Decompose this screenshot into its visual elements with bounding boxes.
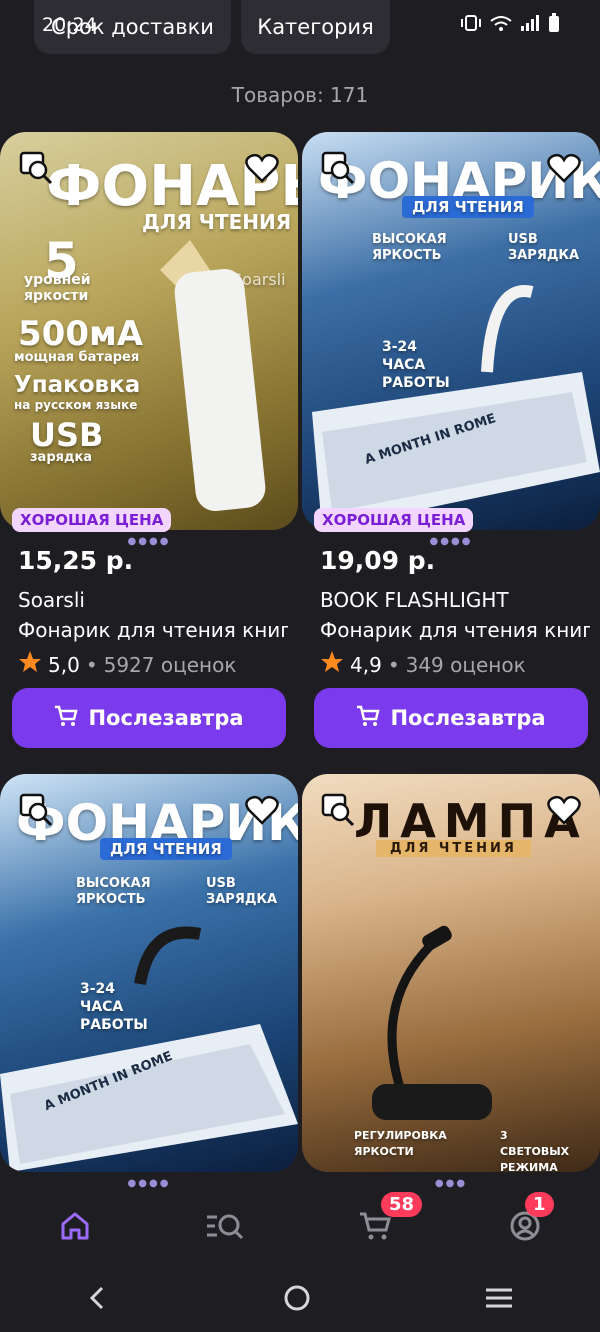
product-rating: 4,9 • 349 оценок: [320, 650, 526, 679]
image-text: USB ЗАРЯДКА: [508, 232, 580, 263]
good-price-badge: ХОРОШАЯ ЦЕНА: [12, 508, 172, 532]
home-icon: [59, 1210, 91, 1246]
image-text: уровней яркости: [24, 272, 91, 304]
product-image[interactable]: ФОНАРЬ ДЛЯ ЧТЕНИЯ 5 уровней яркости 500м…: [0, 132, 298, 530]
image-text: на русском языке: [14, 398, 138, 412]
product-price: 15,25 р.: [18, 546, 134, 575]
product-brand[interactable]: BOOK FLASHLIGHT: [320, 588, 509, 612]
image-text: USB ЗАРЯДКА: [206, 876, 278, 907]
image-text: 3 СВЕТОВЫХ РЕЖИМА: [500, 1129, 570, 1172]
zoom-icon[interactable]: [18, 792, 54, 828]
tab-home[interactable]: [45, 1198, 105, 1258]
image-text: РЕГУЛИРОВКА ЯРКОСТИ: [354, 1129, 447, 1158]
image-text: Упаковка: [14, 372, 141, 398]
tab-cart[interactable]: 58: [345, 1192, 423, 1258]
rating-value: 5,0: [48, 652, 80, 677]
good-price-badge: ХОРОШАЯ ЦЕНА: [314, 508, 474, 532]
heart-icon[interactable]: [244, 150, 280, 186]
product-image[interactable]: ФОНАРИК ДЛЯ ЧТЕНИЯ ВЫСОКАЯ ЯРКОСТЬ USB З…: [0, 774, 298, 1172]
add-to-cart-button[interactable]: Послезавтра: [12, 688, 286, 748]
image-text: USB: [30, 416, 104, 454]
product-count: Товаров: 171: [231, 83, 369, 107]
review-count: 5927 оценок: [103, 652, 237, 677]
status-time: 20:24: [42, 14, 97, 36]
cart-icon: [54, 705, 79, 732]
zoom-icon[interactable]: [18, 150, 54, 186]
flashlight-illustration: [160, 240, 266, 512]
product-title[interactable]: Фонарик для чтения книг: [18, 618, 288, 642]
review-count: 349 оценок: [405, 652, 526, 677]
product-rating: 5,0 • 5927 оценок: [18, 650, 236, 679]
add-to-cart-label: Послезавтра: [390, 706, 546, 730]
image-text: ВЫСОКАЯ ЯРКОСТЬ: [372, 232, 447, 263]
image-text: мощная батарея: [14, 350, 140, 365]
add-to-cart-button[interactable]: Послезавтра: [314, 688, 588, 748]
system-navigation-bar: [0, 1268, 600, 1332]
status-icons: [460, 13, 560, 37]
lamp-illustration: [372, 925, 492, 1120]
book-illustration: [0, 926, 298, 1172]
product-title[interactable]: Фонарик для чтения книг: [320, 618, 590, 642]
rating-separator: •: [387, 652, 400, 677]
zoom-icon[interactable]: [320, 792, 356, 828]
product-image[interactable]: ФОНАРИК ДЛЯ ЧТЕНИЯ ВЫСОКАЯ ЯРКОСТЬ USB З…: [302, 132, 600, 530]
signal-icon: [520, 15, 540, 35]
cart-count-badge: 58: [381, 1192, 423, 1217]
image-text: зарядка: [30, 450, 93, 465]
image-text: ВЫСОКАЯ ЯРКОСТЬ: [76, 876, 151, 907]
category-filter-chip[interactable]: Категория: [241, 0, 390, 54]
product-brand[interactable]: Soarsli: [18, 588, 85, 612]
heart-icon[interactable]: [244, 792, 280, 828]
image-subtitle: ДЛЯ ЧТЕНИЯ: [402, 196, 534, 218]
star-icon: [320, 650, 344, 679]
book-illustration: [312, 285, 600, 530]
vibrate-icon: [460, 15, 482, 35]
tab-profile[interactable]: 1: [495, 1192, 555, 1258]
profile-notification-badge: 1: [525, 1192, 554, 1217]
image-text: 500мА: [18, 314, 144, 354]
product-price: 19,09 р.: [320, 546, 436, 575]
rating-separator: •: [85, 652, 98, 677]
back-icon[interactable]: [86, 1284, 110, 1316]
home-circle-icon[interactable]: [282, 1283, 312, 1317]
tab-catalog[interactable]: [195, 1198, 255, 1258]
star-icon: [18, 650, 42, 679]
image-subtitle: ДЛЯ ЧТЕНИЯ: [376, 840, 531, 857]
heart-icon[interactable]: [546, 150, 582, 186]
zoom-icon[interactable]: [320, 150, 356, 186]
cart-icon: [356, 705, 381, 732]
heart-icon[interactable]: [546, 792, 582, 828]
battery-icon: [548, 13, 560, 37]
screen: 20:24 Срок доставки Категория Товаров: 1…: [0, 0, 600, 1332]
bottom-tab-bar: 58 1: [0, 1188, 600, 1268]
add-to-cart-label: Послезавтра: [88, 706, 244, 730]
menu-icon[interactable]: [484, 1286, 514, 1314]
wifi-icon: [490, 15, 512, 35]
image-subtitle: ДЛЯ ЧТЕНИЯ: [100, 838, 232, 860]
product-image[interactable]: ЛАМПА ДЛЯ ЧТЕНИЯ РЕГУЛИРОВКА ЯРКОСТИ 3 С…: [302, 774, 600, 1172]
catalog-search-icon: [205, 1210, 245, 1246]
rating-value: 4,9: [350, 652, 382, 677]
